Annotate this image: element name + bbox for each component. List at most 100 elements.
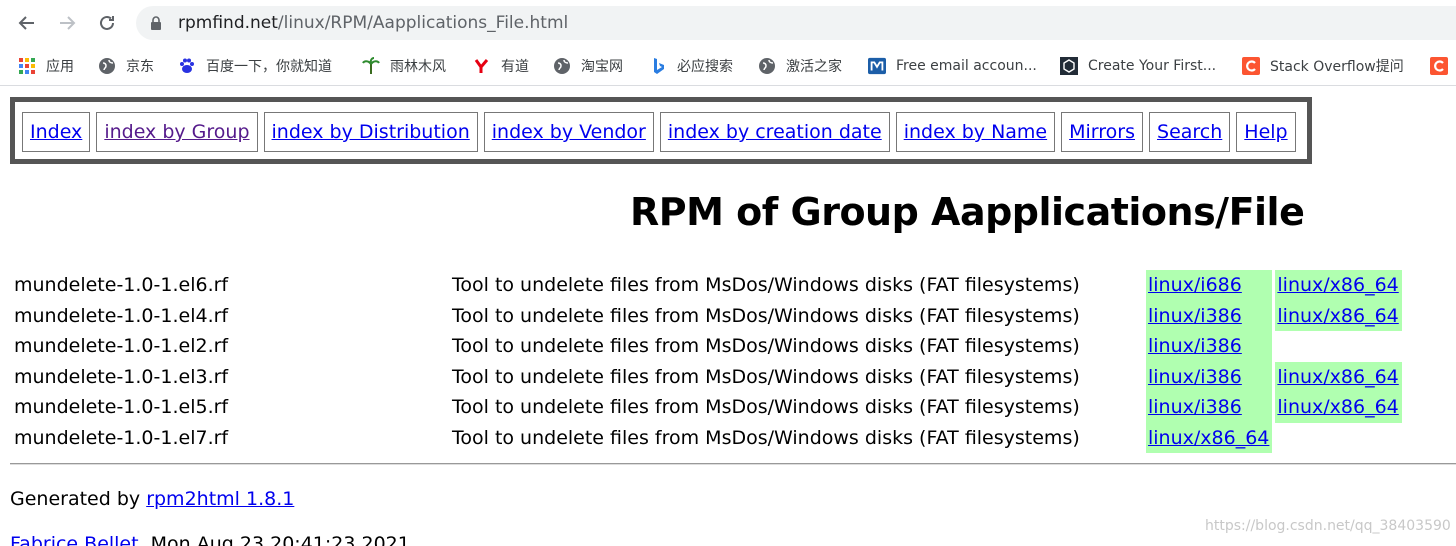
- table-row: mundelete-1.0-1.el2.rf Tool to undelete f…: [10, 331, 1402, 362]
- bookmark-label: Create Your First...: [1088, 58, 1217, 74]
- bookmark-item[interactable]: 雨林木风: [362, 46, 446, 85]
- package-table: mundelete-1.0-1.el6.rf Tool to undelete f…: [10, 270, 1402, 453]
- back-button[interactable]: [12, 8, 42, 38]
- url-text: rpmfind.net/linux/RPM/Aapplications_File…: [178, 13, 568, 33]
- menu-link-search[interactable]: Search: [1157, 121, 1222, 143]
- horizontal-rule: [10, 463, 1456, 465]
- lock-icon: [151, 16, 161, 30]
- menu-cell: index by Vendor: [483, 112, 654, 152]
- menu-cell: Mirrors: [1061, 112, 1144, 152]
- arch-cell: [1275, 331, 1401, 362]
- reload-icon: [100, 15, 114, 30]
- menu-link-help[interactable]: Help: [1244, 121, 1287, 143]
- table-row: mundelete-1.0-1.el4.rf Tool to undelete f…: [10, 300, 1402, 331]
- bookmark-item[interactable]: 激活之家: [758, 46, 842, 85]
- unity-icon: [1060, 57, 1078, 75]
- menu-link-index-by-distribution[interactable]: index by Distribution: [272, 121, 470, 143]
- c-logo-icon: [1430, 57, 1448, 75]
- globe-icon: [98, 57, 116, 75]
- globe-icon: [553, 57, 571, 75]
- arch-cell: [1275, 423, 1401, 454]
- c-logo-icon: [1242, 57, 1260, 75]
- arch-link[interactable]: linux/i386: [1148, 335, 1242, 357]
- arch-link[interactable]: linux/i386: [1148, 396, 1242, 418]
- arch-cell: linux/x86_64: [1275, 361, 1402, 392]
- reload-button[interactable]: [92, 8, 122, 38]
- url-host: rpmfind.net: [178, 13, 278, 33]
- bookmarks-bar: 应用 京东 百度一下，你就知道 雨林木风 有道 淘宝网 必应搜索 激活之家 Free email…: [0, 46, 1456, 86]
- arch-link[interactable]: linux/x86_64: [1277, 274, 1398, 296]
- table-row: mundelete-1.0-1.el3.rf Tool to undelete f…: [10, 361, 1402, 392]
- arch-cell: linux/x86_64: [1275, 300, 1402, 331]
- menu-link-mirrors[interactable]: Mirrors: [1069, 121, 1135, 143]
- watermark-text: https://blog.csdn.net/qq_38403590: [1205, 518, 1451, 534]
- bookmark-item[interactable]: 必应搜索: [649, 46, 733, 85]
- table-row: mundelete-1.0-1.el7.rf Tool to undelete f…: [10, 422, 1402, 454]
- arch-cell: linux/x86_64: [1275, 392, 1402, 423]
- arch-link[interactable]: linux/x86_64: [1148, 427, 1269, 449]
- apps-grid-icon: [18, 57, 36, 75]
- url-path: /linux/RPM/Aapplications_File.html: [277, 13, 569, 33]
- package-summary: Tool to undelete files from MsDos/Window…: [452, 335, 1080, 358]
- package-name: mundelete-1.0-1.el2.rf: [14, 335, 229, 358]
- arch-cell: linux/i386: [1146, 392, 1273, 423]
- arch-link[interactable]: linux/i386: [1148, 366, 1242, 388]
- page-title: RPM of Group Aapplications/File: [630, 190, 1305, 234]
- package-summary: Tool to undelete files from MsDos/Window…: [452, 365, 1080, 388]
- bookmark-label: 必应搜索: [677, 59, 733, 75]
- arch-cell: linux/i386: [1146, 361, 1273, 392]
- package-name: mundelete-1.0-1.el3.rf: [14, 365, 229, 388]
- bookmark-label: 百度一下，你就知道: [206, 59, 332, 75]
- arch-cell: linux/x86_64: [1146, 422, 1273, 453]
- menu-cell: index by Group: [96, 112, 258, 152]
- menu-cell: index by Name: [895, 112, 1056, 152]
- generator-link[interactable]: rpm2html 1.8.1: [146, 488, 294, 510]
- bookmark-label: 激活之家: [786, 59, 842, 75]
- arch-link[interactable]: linux/i686: [1148, 274, 1242, 296]
- youdao-icon: [473, 57, 491, 75]
- package-name: mundelete-1.0-1.el4.rf: [14, 304, 229, 327]
- bookmark-label: 京东: [126, 59, 154, 75]
- menu-cell: Index: [22, 112, 91, 152]
- bookmark-label: 有道: [501, 59, 529, 75]
- arch-cell: linux/x86_64: [1275, 270, 1402, 301]
- bookmark-item[interactable]: Create Your First...: [1060, 46, 1217, 85]
- menu-link-index-by-creation-date[interactable]: index by creation date: [668, 121, 882, 143]
- palm-tree-icon: [362, 57, 380, 75]
- menu-link-index-by-vendor[interactable]: index by Vendor: [492, 121, 646, 143]
- arch-cell: linux/i386: [1146, 331, 1273, 362]
- navigation-menu: Index index by Group index by Distribution…: [10, 97, 1312, 164]
- bookmark-item[interactable]: Stack Overflow提问: [1242, 46, 1404, 85]
- arch-cell: linux/i686: [1146, 270, 1273, 301]
- bookmark-item[interactable]: 京东: [98, 46, 154, 85]
- menu-table: Index index by Group index by Distribution…: [16, 106, 1302, 158]
- bookmark-label: Stack Overflow提问: [1270, 59, 1404, 75]
- bing-icon: [649, 57, 667, 75]
- menu-cell: index by Distribution: [263, 112, 478, 152]
- menu-link-index-by-name[interactable]: index by Name: [904, 121, 1047, 143]
- browser-toolbar: rpmfind.net/linux/RPM/Aapplications_File…: [0, 0, 1456, 46]
- package-summary: Tool to undelete files from MsDos/Window…: [452, 274, 1080, 297]
- author-link[interactable]: Fabrice Bellet: [10, 533, 139, 546]
- bookmark-label: 淘宝网: [581, 59, 623, 75]
- bookmark-item[interactable]: 淘宝网: [553, 46, 623, 85]
- address-bar[interactable]: rpmfind.net/linux/RPM/Aapplications_File…: [136, 6, 1456, 40]
- arch-link[interactable]: linux/i386: [1148, 305, 1242, 327]
- table-row: mundelete-1.0-1.el5.rf Tool to undelete f…: [10, 392, 1402, 423]
- bookmark-label: 应用: [46, 59, 74, 75]
- bookmark-item[interactable]: 有道: [473, 46, 529, 85]
- menu-link-index[interactable]: Index: [30, 121, 82, 143]
- bookmark-item[interactable]: Free email accoun...: [868, 46, 1037, 85]
- arch-link[interactable]: linux/x86_64: [1277, 305, 1398, 327]
- menu-link-index-by-group[interactable]: index by Group: [104, 121, 249, 143]
- package-name: mundelete-1.0-1.el7.rf: [14, 426, 229, 449]
- m-logo-icon: [868, 57, 886, 75]
- arch-link[interactable]: linux/x86_64: [1277, 396, 1398, 418]
- bookmark-item[interactable]: 百度一下，你就知道: [178, 46, 332, 85]
- arch-cell: linux/i386: [1146, 300, 1273, 331]
- forward-button[interactable]: [52, 8, 82, 38]
- bookmark-item[interactable]: 应用: [18, 46, 74, 85]
- bookmark-overflow[interactable]: [1430, 46, 1456, 85]
- arrow-right-icon: [60, 16, 76, 30]
- arch-link[interactable]: linux/x86_64: [1277, 366, 1398, 388]
